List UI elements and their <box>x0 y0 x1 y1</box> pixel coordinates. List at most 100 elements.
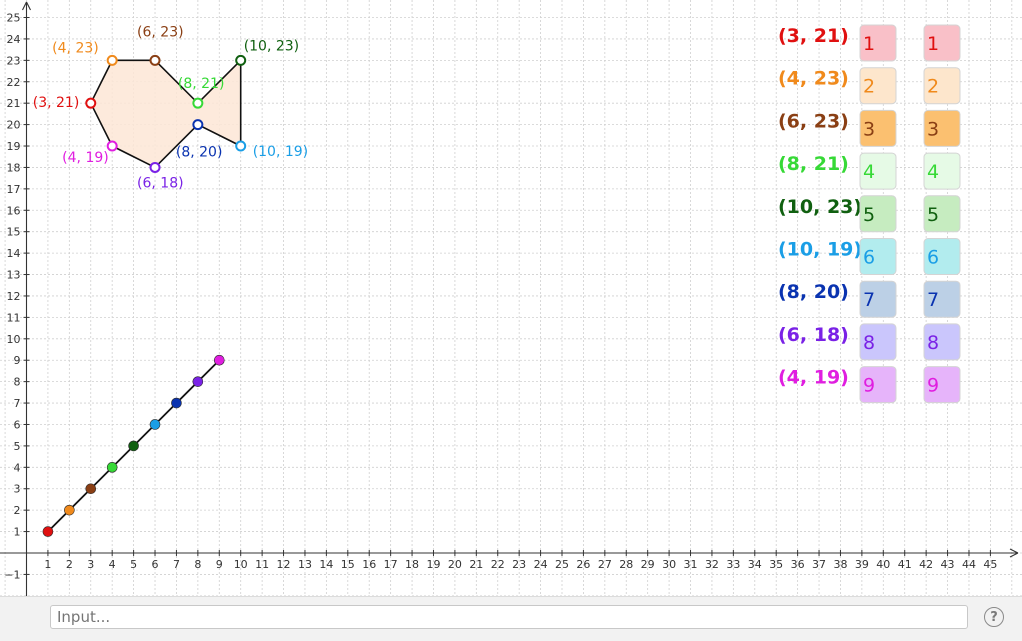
line-point[interactable] <box>64 504 75 516</box>
x-tick-label: 23 <box>512 558 526 571</box>
legend-box-number: 5 <box>927 204 939 226</box>
y-tick-label: 6 <box>14 418 21 431</box>
y-tick-label: 13 <box>7 269 21 282</box>
vertex-label: (6, 18) <box>137 175 184 191</box>
legend-box-number: 3 <box>863 118 875 140</box>
y-tick-label: 2 <box>14 504 21 517</box>
legend-box-number: 1 <box>927 33 939 55</box>
y-tick-label: 25 <box>7 12 21 25</box>
line-point[interactable] <box>42 526 54 537</box>
x-tick-label: 41 <box>898 558 912 571</box>
x-tick-label: 34 <box>748 558 762 571</box>
vertex-label: (3, 21) <box>33 95 80 111</box>
line-point[interactable] <box>213 354 225 366</box>
y-tick-label: 20 <box>7 119 21 132</box>
line-point[interactable] <box>85 483 97 495</box>
x-tick-label: 29 <box>641 558 655 571</box>
y-tick-label: 24 <box>7 33 21 46</box>
y-tick-label: 10 <box>7 333 21 346</box>
legend-coordinate-label: (8, 21) <box>778 153 849 175</box>
x-tick-label: 25 <box>555 558 569 571</box>
legend-box-number: 8 <box>863 332 875 354</box>
x-tick-label: 15 <box>341 558 355 571</box>
x-tick-label: 13 <box>298 558 312 571</box>
y-tick-label: 5 <box>14 440 21 453</box>
x-tick-label: 2 <box>66 558 73 571</box>
x-tick-label: 18 <box>405 558 419 571</box>
legend-box-number: 2 <box>927 76 939 98</box>
legend-box-number: 9 <box>863 375 875 397</box>
x-tick-label: 42 <box>919 558 933 571</box>
x-tick-label: 9 <box>216 558 223 571</box>
x-tick-label: 27 <box>598 558 612 571</box>
input-bar: ? <box>0 596 1022 641</box>
x-tick-label: 30 <box>662 558 676 571</box>
legend-coordinate-label: (8, 20) <box>778 281 849 303</box>
x-tick-label: 38 <box>833 558 847 571</box>
x-tick-label: 12 <box>277 558 291 571</box>
polygon-vertex-point[interactable] <box>85 97 97 109</box>
legend-box-number: 7 <box>927 289 939 311</box>
legend-coordinate-label: (6, 23) <box>778 110 849 132</box>
legend-box-number: 7 <box>863 289 875 311</box>
x-tick-label: 36 <box>791 558 805 571</box>
polygon-figure[interactable]: (3, 21) (4, 23) (6, 23) (8, 21) (10, 23) (10,… <box>33 24 308 191</box>
x-tick-label: 16 <box>362 558 376 571</box>
legend-coordinate-label: (10, 19) <box>778 239 862 261</box>
x-tick-label: 20 <box>448 558 462 571</box>
y-tick-label: 3 <box>14 483 21 496</box>
x-tick-label: 39 <box>855 558 869 571</box>
coordinate-legend[interactable]: (3, 21) 1 1(4, 23) 2 2(6, 23) 3 3(8, 21) 4 4(10,… <box>778 24 961 404</box>
legend-box-number: 2 <box>863 76 875 98</box>
x-tick-label: 28 <box>619 558 633 571</box>
legend-box-number: 3 <box>927 118 939 140</box>
legend-coordinate-label: (3, 21) <box>778 25 849 47</box>
polygon-vertex-point[interactable] <box>192 119 204 131</box>
y-tick-label: 22 <box>7 76 21 89</box>
vertex-label: (8, 21) <box>178 76 225 92</box>
x-tick-label: 3 <box>87 558 94 571</box>
x-tick-label: 40 <box>876 558 890 571</box>
x-tick-label: 5 <box>130 558 137 571</box>
x-tick-label: 22 <box>491 558 505 571</box>
legend-coordinate-label: (4, 19) <box>778 367 849 389</box>
polygon-vertex-point[interactable] <box>149 161 161 173</box>
line-point[interactable] <box>106 462 118 473</box>
y-tick-label: −1 <box>4 568 20 581</box>
vertex-label: (10, 19) <box>253 144 308 160</box>
algebra-input[interactable] <box>50 605 968 629</box>
legend-coordinate-label: (6, 18) <box>778 324 849 346</box>
polygon-vertex-point[interactable] <box>235 140 247 152</box>
y-tick-label: 7 <box>14 397 21 410</box>
x-tick-label: 6 <box>152 558 159 571</box>
x-tick-label: 45 <box>983 558 997 571</box>
polygon-vertex-point[interactable] <box>235 54 247 66</box>
x-tick-label: 37 <box>812 558 826 571</box>
y-tick-label: 1 <box>14 526 21 539</box>
legend-box-number: 6 <box>927 247 939 269</box>
x-tick-label: 32 <box>705 558 719 571</box>
vertex-label: (6, 23) <box>137 24 184 40</box>
polygon-vertex-point[interactable] <box>149 54 161 66</box>
line-point[interactable] <box>171 397 182 409</box>
x-tick-label: 8 <box>194 558 201 571</box>
vertex-label: (10, 23) <box>244 38 299 54</box>
legend-box-number: 8 <box>927 332 939 354</box>
polygon-vertex-point[interactable] <box>192 97 204 109</box>
line-point[interactable] <box>192 376 204 387</box>
x-tick-label: 10 <box>234 558 248 571</box>
x-tick-label: 31 <box>684 558 698 571</box>
vertex-label: (8, 20) <box>176 145 223 161</box>
y-tick-label: 12 <box>7 290 21 303</box>
help-icon[interactable]: ? <box>984 607 1004 627</box>
graphics-view[interactable]: 1 2 3 4 5 6 7 8 9 10 11 12 13 14 15 16 17 18 19 20 21 22 23 24 2… <box>0 0 1022 596</box>
x-tick-label: 17 <box>384 558 398 571</box>
y-tick-label: 16 <box>7 204 21 217</box>
polygon-vertex-point[interactable] <box>106 140 118 152</box>
y-tick-label: 23 <box>7 54 21 67</box>
line-point[interactable] <box>149 419 161 430</box>
coordinate-grid[interactable]: 1 2 3 4 5 6 7 8 9 10 11 12 13 14 15 16 17 18 19 20 21 22 23 24 2… <box>0 0 1022 596</box>
polygon-vertex-point[interactable] <box>106 54 118 66</box>
legend-box-number: 1 <box>863 33 875 55</box>
line-point[interactable] <box>128 440 139 452</box>
